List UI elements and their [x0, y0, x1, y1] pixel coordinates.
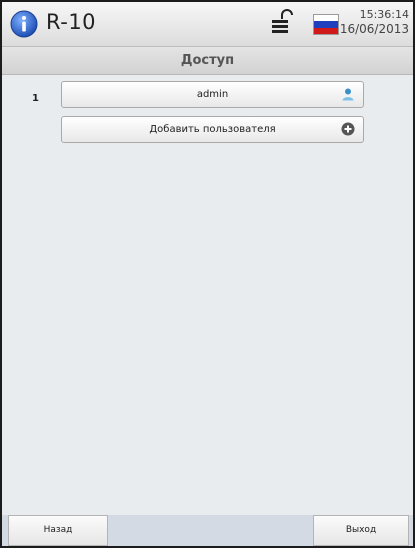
device-screen: R-10 15:36:14 16/06/2013 Доступ 1 admin … — [2, 2, 413, 546]
page-title: Доступ — [2, 47, 413, 75]
add-user-label: Добавить пользователя — [149, 124, 276, 135]
flag-stripe-red — [314, 27, 338, 34]
top-bar: R-10 15:36:14 16/06/2013 — [2, 2, 413, 47]
user-name-label: admin — [196, 89, 229, 100]
info-icon[interactable] — [10, 10, 38, 38]
user-row-number: 1 — [32, 93, 39, 104]
user-button-admin[interactable]: admin — [61, 81, 364, 108]
user-icon — [342, 88, 354, 101]
plus-circle-icon — [341, 122, 355, 136]
russian-flag-icon[interactable] — [313, 14, 339, 35]
exit-button[interactable]: Выход — [313, 515, 409, 546]
clock-date: 16/06/2013 — [339, 22, 409, 36]
lock-open-icon[interactable] — [270, 8, 294, 38]
device-name: R-10 — [46, 10, 97, 34]
back-button[interactable]: Назад — [8, 515, 108, 546]
add-user-button[interactable]: Добавить пользователя — [61, 116, 364, 143]
clock: 15:36:14 16/06/2013 — [340, 8, 409, 37]
clock-time: 15:36:14 — [359, 8, 409, 21]
